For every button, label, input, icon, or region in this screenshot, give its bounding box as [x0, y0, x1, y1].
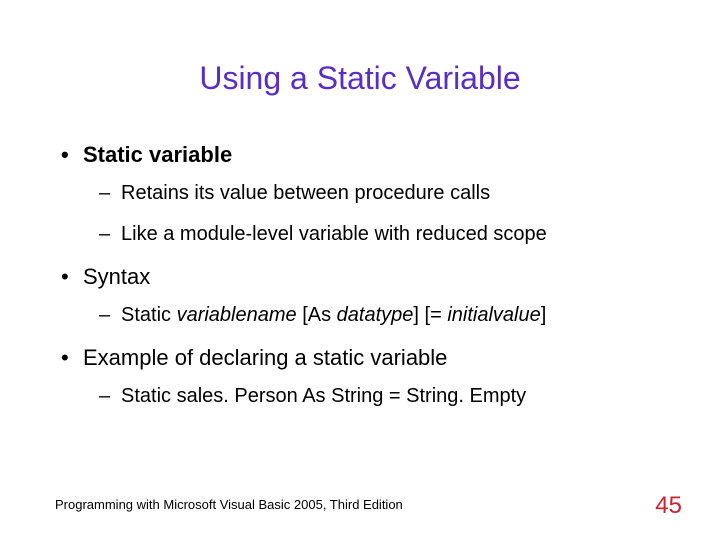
bullet-item-syntax: • Syntax – Static variablename [As datat…	[55, 264, 665, 327]
syntax-initialvalue: initialvalue	[447, 304, 540, 326]
syntax-bracket: ] [=	[413, 304, 447, 326]
bullet-icon: •	[55, 264, 83, 290]
sub-item-syntax-line: – Static variablename [As datatype] [= i…	[99, 304, 665, 327]
sub-item: – Like a module-level variable with redu…	[99, 223, 665, 246]
dash-icon: –	[99, 304, 121, 327]
bullet-list: • Static variable – Retains its value be…	[55, 142, 665, 408]
dash-icon: –	[99, 182, 121, 205]
syntax-datatype: datatype	[337, 304, 414, 326]
bullet-icon: •	[55, 345, 83, 371]
bullet-label: Syntax	[83, 264, 150, 290]
syntax-bracket: [As	[297, 304, 337, 326]
sub-list: – Static sales. Person As String = Strin…	[55, 385, 665, 408]
sub-text: Retains its value between procedure call…	[121, 182, 490, 205]
page-number: 45	[655, 492, 682, 520]
syntax-bracket: ]	[541, 304, 547, 326]
sub-list: – Retains its value between procedure ca…	[55, 182, 665, 246]
sub-text: Like a module-level variable with reduce…	[121, 223, 547, 246]
bullet-item-static-variable: • Static variable – Retains its value be…	[55, 142, 665, 246]
bullet-label: Static variable	[83, 142, 232, 168]
syntax-static: Static	[121, 304, 177, 326]
sub-item: – Retains its value between procedure ca…	[99, 182, 665, 205]
slide-title: Using a Static Variable	[55, 60, 665, 97]
bullet-icon: •	[55, 142, 83, 168]
sub-list: – Static variablename [As datatype] [= i…	[55, 304, 665, 327]
slide-container: Using a Static Variable • Static variabl…	[0, 0, 720, 540]
dash-icon: –	[99, 223, 121, 246]
dash-icon: –	[99, 385, 121, 408]
sub-item: – Static sales. Person As String = Strin…	[99, 385, 665, 408]
syntax-variablename: variablename	[177, 304, 297, 326]
sub-text: Static variablename [As datatype] [= ini…	[121, 304, 546, 327]
sub-text: Static sales. Person As String = String.…	[121, 385, 526, 408]
bullet-label: Example of declaring a static variable	[83, 345, 447, 371]
footer-text: Programming with Microsoft Visual Basic …	[55, 497, 403, 512]
bullet-item-example: • Example of declaring a static variable…	[55, 345, 665, 408]
